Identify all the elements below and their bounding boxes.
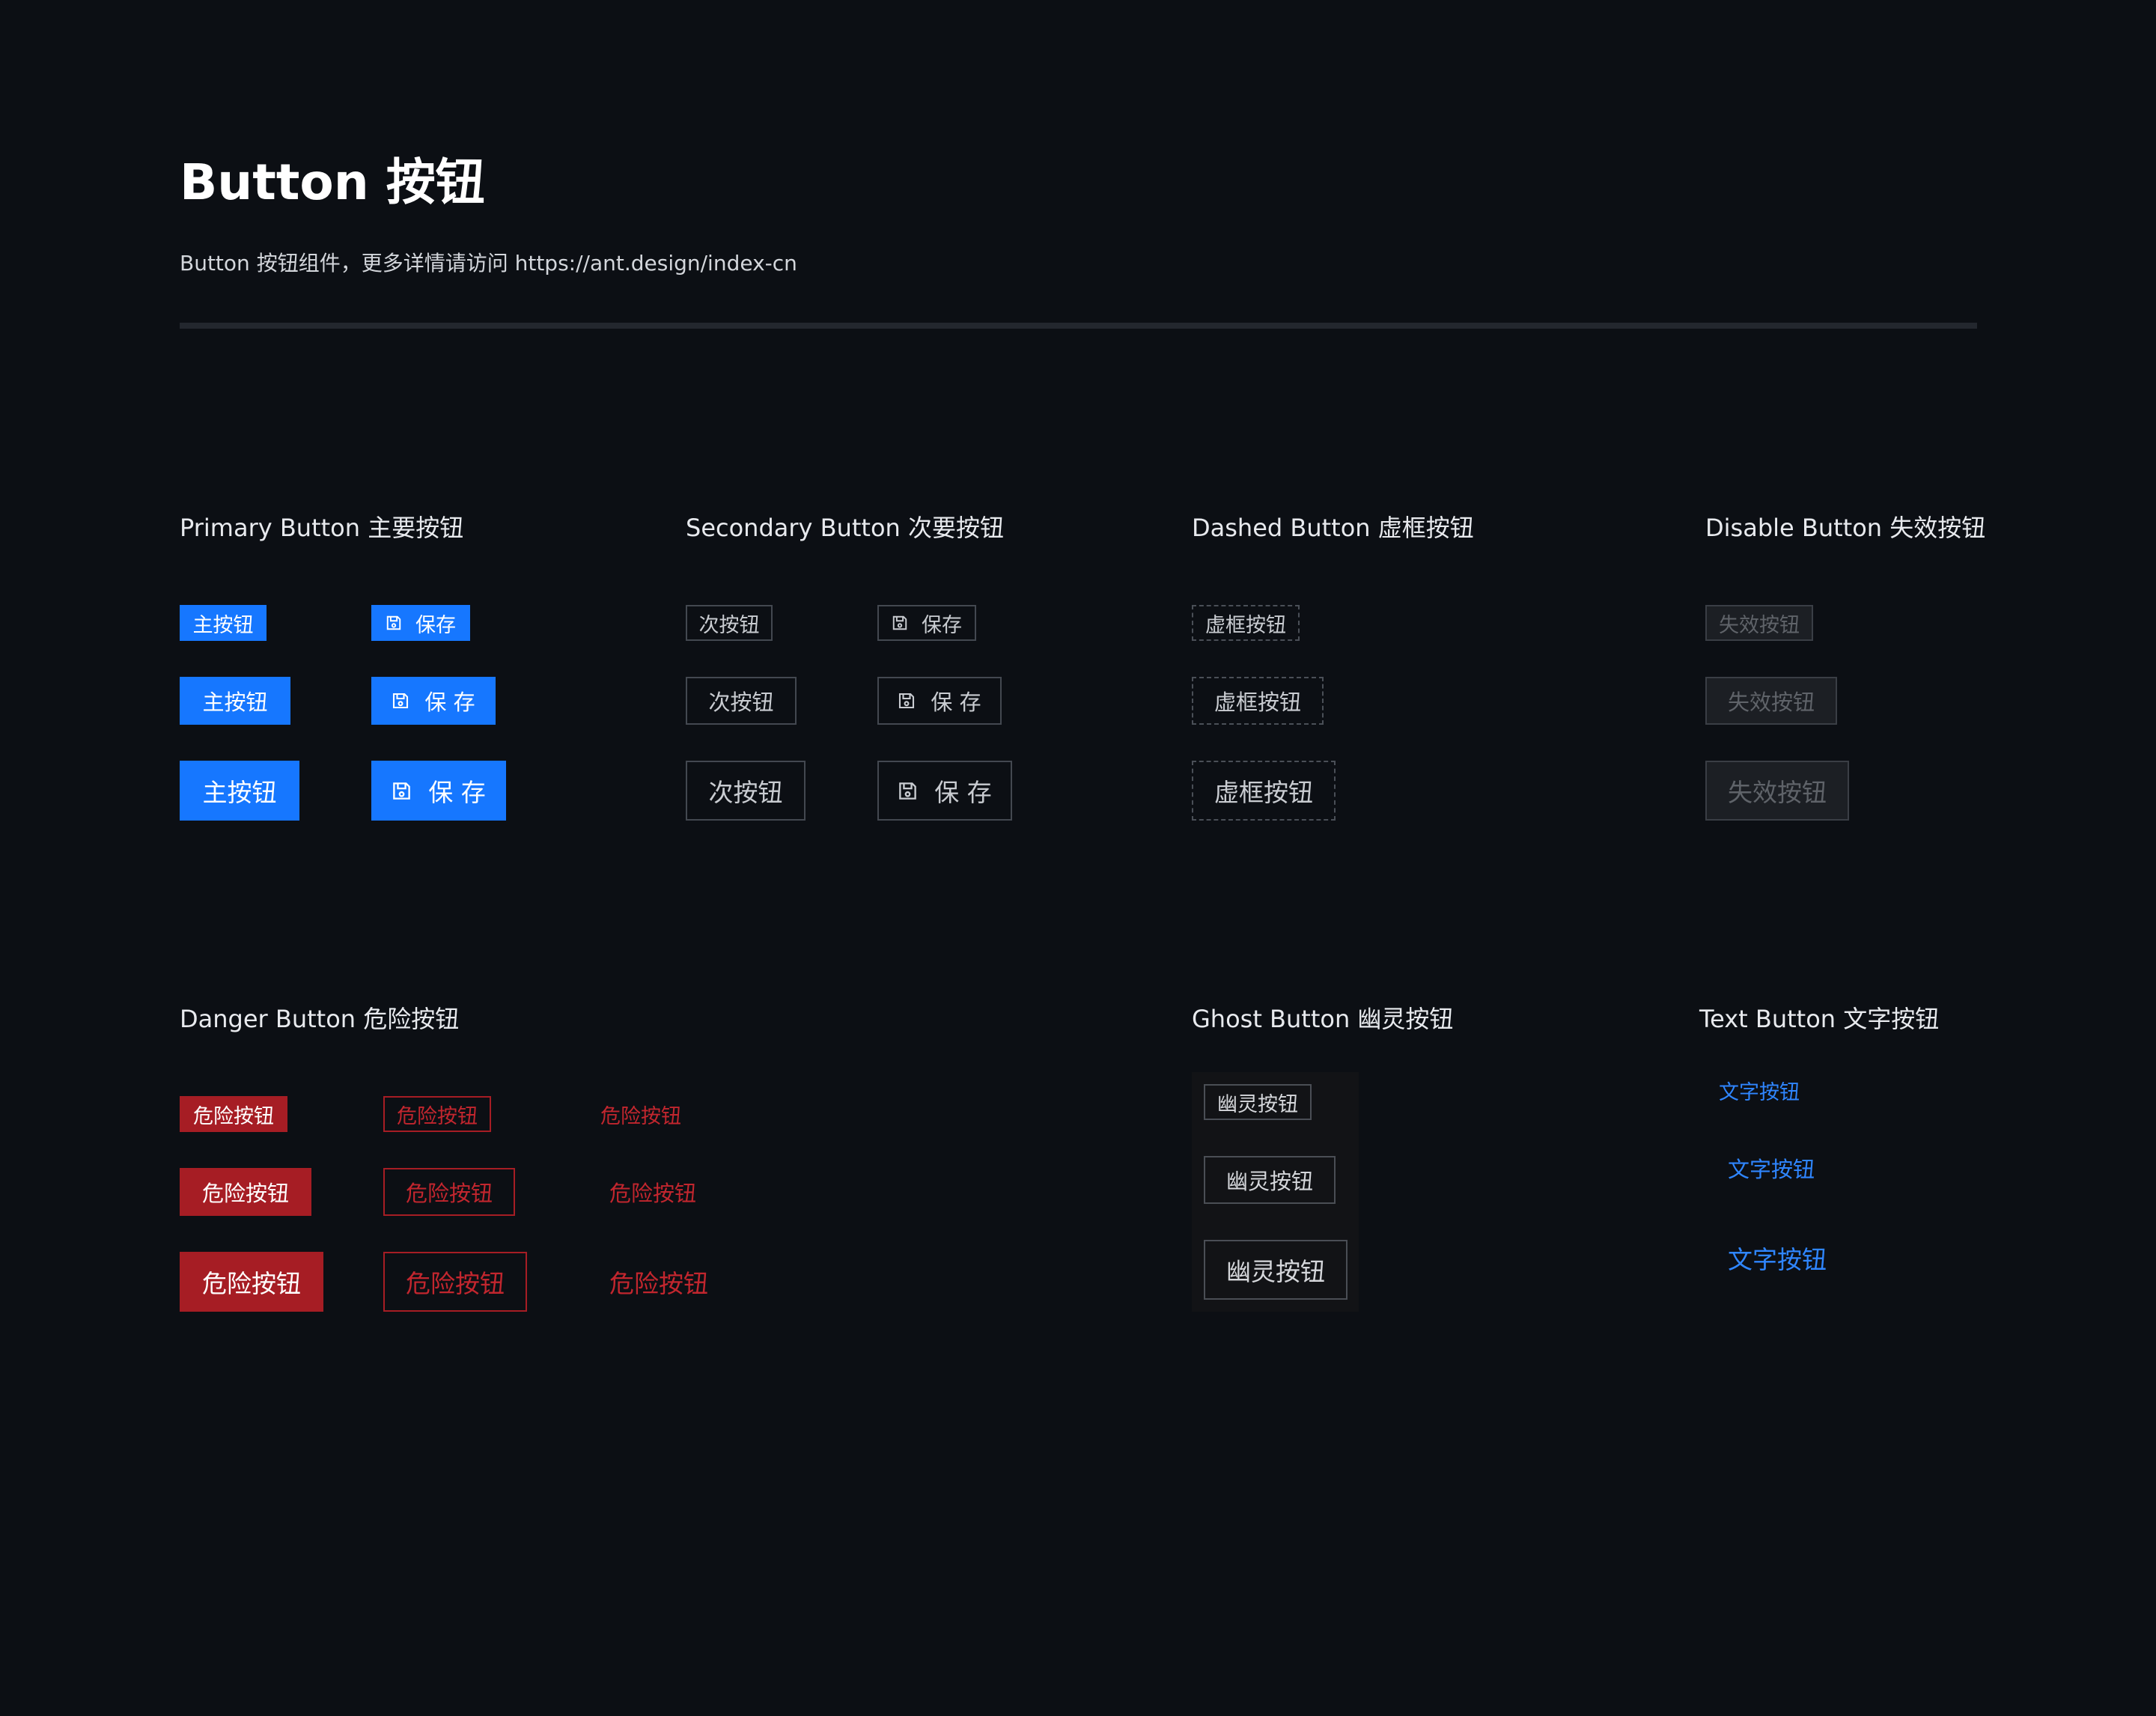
- primary-button-small[interactable]: 主按钮: [180, 605, 267, 641]
- danger-button-large[interactable]: 危险按钮: [180, 1252, 323, 1312]
- text-button-small[interactable]: 文字按钮: [1705, 1072, 1813, 1108]
- danger-outline-button-small[interactable]: 危险按钮: [383, 1096, 491, 1132]
- secondary-button-large[interactable]: 次按钮: [686, 761, 806, 821]
- danger-outline-button-large[interactable]: 危险按钮: [383, 1252, 527, 1312]
- danger-button-label: 危险按钮: [406, 1269, 505, 1298]
- disabled-button-medium: 失效按钮: [1705, 677, 1837, 725]
- disabled-button-label: 失效按钮: [1719, 613, 1800, 637]
- secondary-save-button-large[interactable]: 保 存: [877, 761, 1012, 821]
- header-divider: [180, 323, 1977, 329]
- primary-button-large[interactable]: 主按钮: [180, 761, 299, 821]
- danger-button-label: 危险按钮: [600, 1104, 681, 1128]
- save-button-label: 保 存: [428, 778, 486, 807]
- primary-button-medium[interactable]: 主按钮: [180, 677, 290, 725]
- disabled-button-large: 失效按钮: [1705, 761, 1849, 821]
- secondary-section-title: Secondary Button 次要按钮: [686, 514, 1005, 542]
- ghost-button-medium[interactable]: 幽灵按钮: [1204, 1156, 1336, 1204]
- primary-section-title: Primary Button 主要按钮: [180, 514, 464, 542]
- save-button-label: 保存: [415, 613, 456, 637]
- danger-button-label: 危险按钮: [609, 1269, 708, 1298]
- save-icon: [386, 615, 402, 631]
- dashed-button-label: 虚框按钮: [1213, 690, 1301, 715]
- page-description: Button 按钮组件，更多详情请访问 https://ant.design/i…: [180, 251, 797, 276]
- danger-text-button-large[interactable]: 危险按钮: [587, 1252, 731, 1312]
- dashed-button-label: 虚框按钮: [1205, 613, 1286, 637]
- secondary-button-label: 次按钮: [708, 778, 783, 807]
- primary-save-button-medium[interactable]: 保 存: [371, 677, 496, 725]
- secondary-button-label: 次按钮: [708, 690, 774, 715]
- text-button-label: 文字按钮: [1727, 1157, 1815, 1182]
- ghost-section-title: Ghost Button 幽灵按钮: [1192, 1005, 1454, 1033]
- danger-outline-button-medium[interactable]: 危险按钮: [383, 1168, 515, 1216]
- page-title: Button 按钮: [180, 153, 485, 211]
- danger-button-label: 危险按钮: [397, 1104, 478, 1128]
- secondary-button-small[interactable]: 次按钮: [686, 605, 773, 641]
- danger-button-label: 危险按钮: [193, 1104, 274, 1128]
- danger-button-medium[interactable]: 危险按钮: [180, 1168, 311, 1216]
- secondary-save-button-small[interactable]: 保存: [877, 605, 976, 641]
- text-button-label: 文字按钮: [1728, 1245, 1827, 1274]
- dashed-button-label: 虚框按钮: [1214, 778, 1313, 807]
- danger-button-label: 危险按钮: [609, 1181, 696, 1206]
- ghost-button-label: 幽灵按钮: [1226, 1257, 1325, 1286]
- save-icon: [898, 692, 916, 710]
- ghost-button-label: 幽灵按钮: [1217, 1092, 1298, 1116]
- dashed-button-small[interactable]: 虚框按钮: [1192, 605, 1300, 641]
- disabled-button-label: 失效按钮: [1728, 778, 1827, 807]
- danger-button-small[interactable]: 危险按钮: [180, 1096, 287, 1132]
- save-icon: [892, 615, 908, 631]
- save-icon: [392, 692, 409, 710]
- primary-button-label: 主按钮: [202, 690, 268, 715]
- dashed-section-title: Dashed Button 虚框按钮: [1192, 514, 1474, 542]
- text-button-large[interactable]: 文字按钮: [1705, 1228, 1849, 1288]
- disabled-button-label: 失效按钮: [1727, 690, 1815, 715]
- danger-text-button-medium[interactable]: 危险按钮: [587, 1168, 719, 1216]
- text-button-label: 文字按钮: [1719, 1080, 1800, 1104]
- secondary-button-label: 次按钮: [698, 613, 760, 637]
- dashed-button-medium[interactable]: 虚框按钮: [1192, 677, 1324, 725]
- secondary-button-medium[interactable]: 次按钮: [686, 677, 797, 725]
- danger-button-label: 危险按钮: [202, 1269, 301, 1298]
- secondary-save-button-medium[interactable]: 保 存: [877, 677, 1002, 725]
- ghost-button-small[interactable]: 幽灵按钮: [1204, 1084, 1312, 1120]
- save-button-label: 保 存: [931, 690, 981, 715]
- primary-save-button-large[interactable]: 保 存: [371, 761, 506, 821]
- save-icon: [898, 781, 918, 801]
- danger-section-title: Danger Button 危险按钮: [180, 1005, 460, 1033]
- danger-button-label: 危险按钮: [405, 1181, 493, 1206]
- ghost-button-large[interactable]: 幽灵按钮: [1204, 1240, 1348, 1300]
- primary-save-button-small[interactable]: 保存: [371, 605, 470, 641]
- danger-text-button-small[interactable]: 危险按钮: [587, 1096, 695, 1132]
- save-button-label: 保 存: [424, 690, 475, 715]
- save-button-label: 保 存: [934, 778, 992, 807]
- disabled-button-small: 失效按钮: [1705, 605, 1813, 641]
- text-section-title: Text Button 文字按钮: [1699, 1005, 1940, 1033]
- disabled-section-title: Disable Button 失效按钮: [1705, 514, 1986, 542]
- save-button-label: 保存: [922, 613, 962, 637]
- dashed-button-large[interactable]: 虚框按钮: [1192, 761, 1336, 821]
- primary-button-label: 主按钮: [192, 613, 254, 637]
- danger-button-label: 危险按钮: [201, 1181, 289, 1206]
- save-icon: [392, 781, 412, 801]
- text-button-medium[interactable]: 文字按钮: [1705, 1144, 1837, 1192]
- primary-button-label: 主按钮: [202, 778, 277, 807]
- ghost-button-label: 幽灵按钮: [1225, 1169, 1313, 1194]
